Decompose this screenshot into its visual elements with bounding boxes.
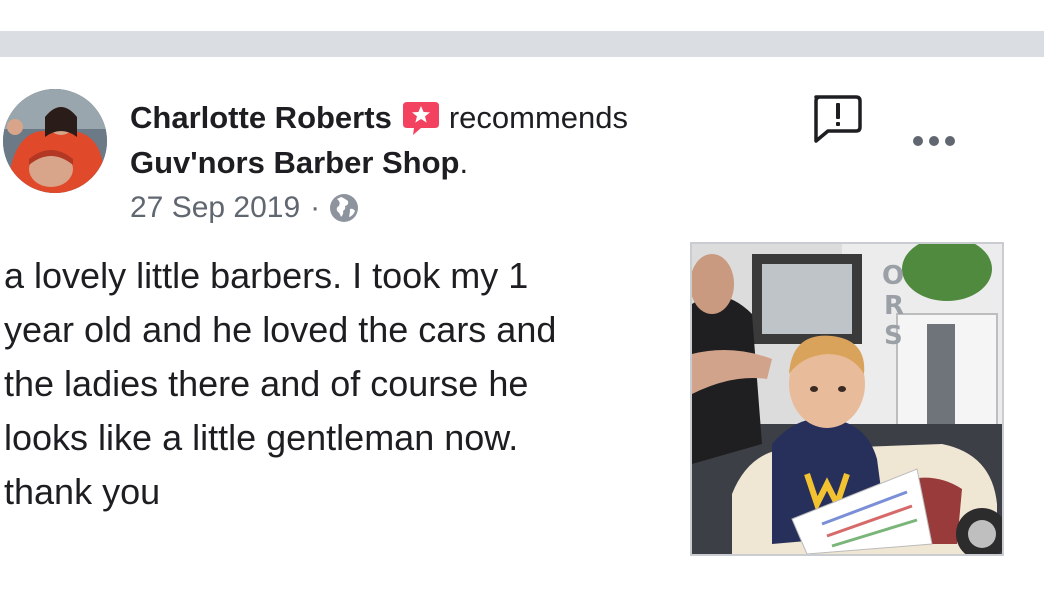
report-icon[interactable] (808, 91, 864, 147)
post-header: Charlotte Roberts recommends (130, 98, 628, 138)
recommendation-badge-icon (401, 98, 441, 138)
page-name-link[interactable]: Guv'nors Barber Shop (130, 145, 459, 180)
page-line: Guv'nors Barber Shop. (130, 143, 468, 183)
page-suffix: . (459, 145, 469, 180)
post-date[interactable]: 27 Sep 2019 (130, 188, 300, 228)
more-dot (945, 136, 955, 146)
globe-icon (328, 192, 360, 224)
post-body: a lovely little barbers. I took my 1 yea… (4, 255, 557, 512)
svg-text:R: R (884, 291, 904, 321)
more-options-icon[interactable] (906, 126, 962, 156)
meta-separator: · (310, 191, 321, 224)
svg-text:O: O (882, 261, 904, 291)
more-dot (929, 136, 939, 146)
more-dot (913, 136, 923, 146)
recommends-text: recommends (448, 100, 628, 135)
post-photo[interactable]: O R S (690, 242, 1004, 556)
post-meta: 27 Sep 2019 · (130, 188, 360, 228)
author-name[interactable]: Charlotte Roberts (130, 100, 392, 136)
avatar[interactable] (3, 89, 107, 193)
svg-text:S: S (884, 321, 903, 351)
feed-divider (0, 31, 1044, 57)
